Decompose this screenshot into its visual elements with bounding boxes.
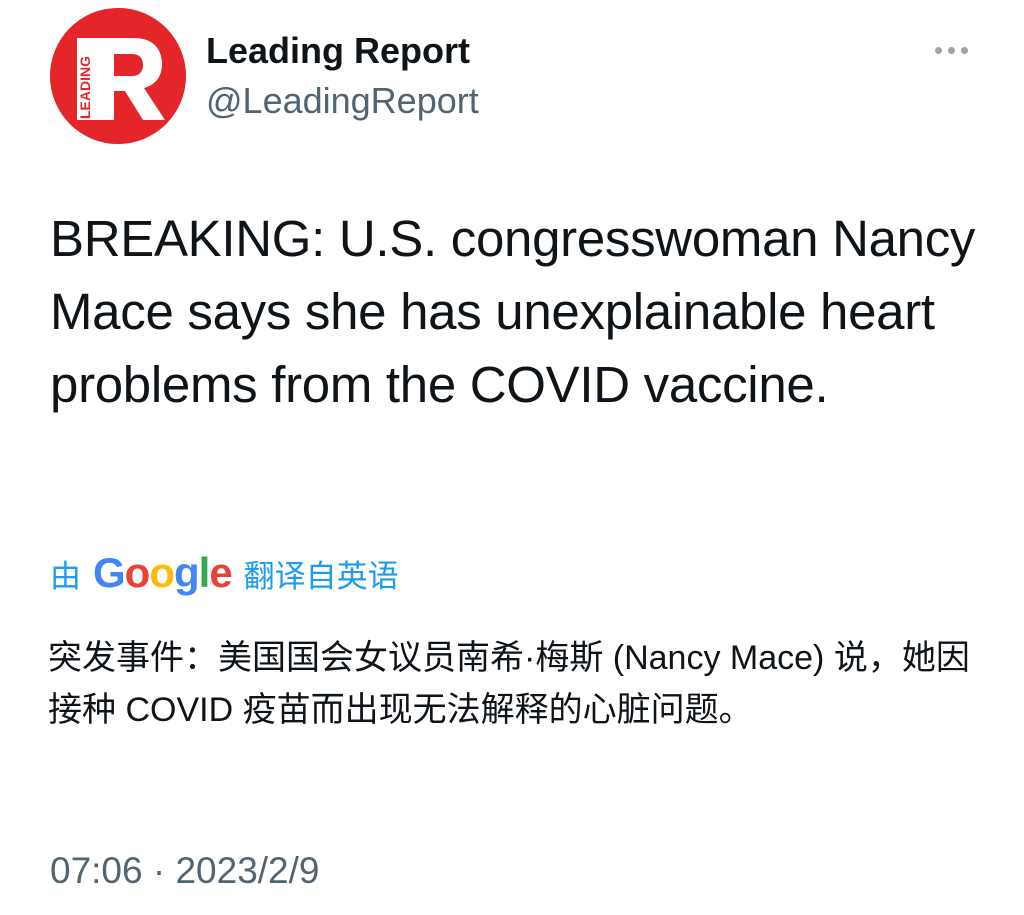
translation-attribution-link[interactable]: 由 Google 翻译自英语	[50, 548, 399, 598]
author-handle[interactable]: @LeadingReport	[206, 80, 479, 122]
translation-by-label: 由	[50, 558, 81, 594]
google-logo: Google	[93, 549, 233, 596]
tweet-text: BREAKING: U.S. congresswoman Nancy Mace …	[50, 210, 976, 413]
more-dot	[947, 46, 955, 54]
author-display-name[interactable]: Leading Report	[206, 30, 470, 72]
avatar-side-label: LEADING	[77, 56, 93, 119]
tweet-card: LEADING LEADING Leading Report @LeadingR…	[0, 0, 1024, 915]
avatar[interactable]: LEADING LEADING	[50, 8, 186, 144]
more-options-icon	[934, 46, 968, 54]
more-options-button[interactable]	[926, 30, 976, 70]
translated-text: 突发事件：美国国会女议员南希·梅斯 (Nancy Mace) 说，她因接种 CO…	[48, 639, 970, 729]
translation-from-label: 翻译自英语	[243, 558, 399, 594]
tweet-timestamp[interactable]: 07:06 · 2023/2/9	[50, 850, 320, 892]
more-dot	[934, 46, 942, 54]
leading-report-logo-icon: LEADING LEADING	[50, 8, 186, 144]
more-dot	[960, 46, 968, 54]
